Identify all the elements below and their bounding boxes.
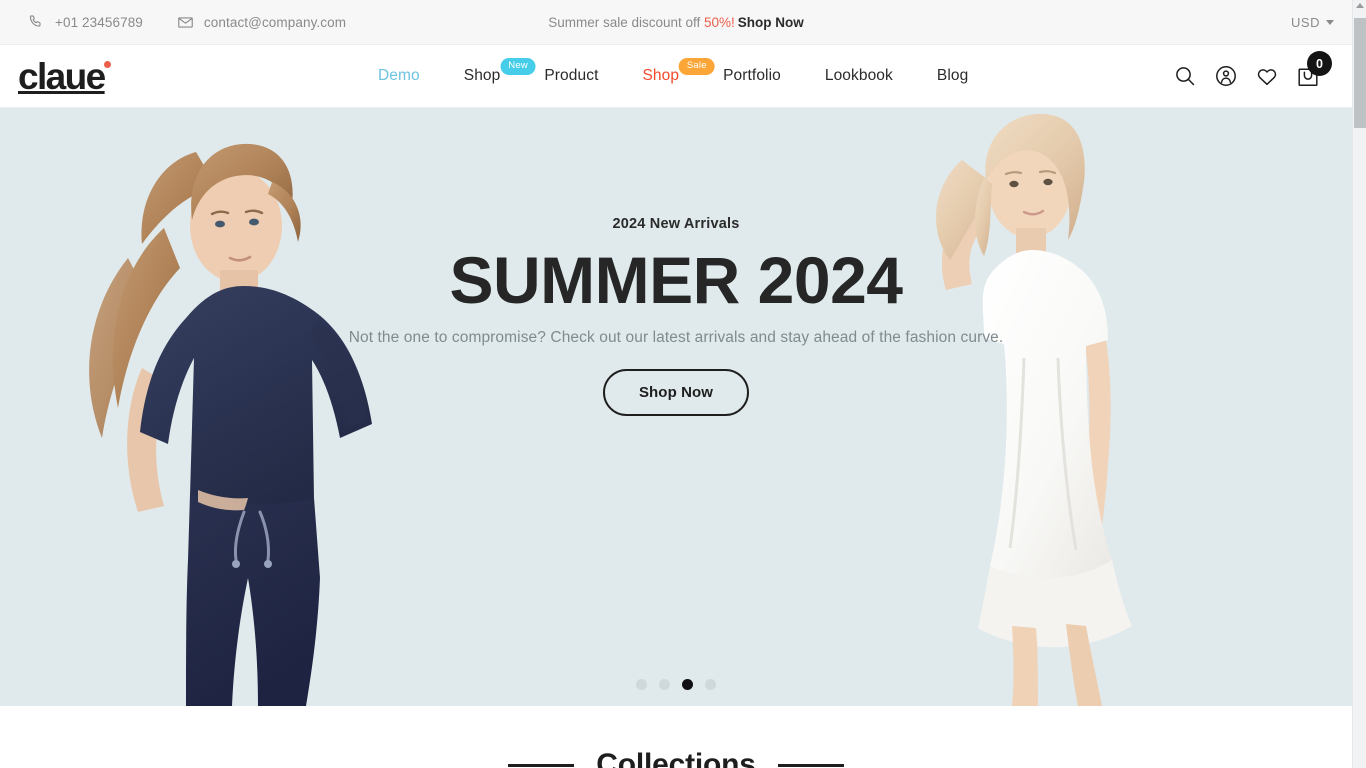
nav-item-demo[interactable]: Demo: [378, 67, 442, 85]
nav-item-blog[interactable]: Blog: [915, 67, 990, 85]
site-logo[interactable]: claue: [18, 55, 111, 97]
account-icon[interactable]: [1214, 64, 1238, 88]
nav-item-product[interactable]: Product: [522, 67, 620, 85]
hero-content: 2024 New Arrivals SUMMER 2024 Not the on…: [0, 216, 1352, 417]
logo-dot-icon: [103, 60, 111, 68]
hero-carousel: 2024 New Arrivals SUMMER 2024 Not the on…: [0, 108, 1352, 706]
collections-section: Collections: [0, 706, 1352, 768]
carousel-dot-4[interactable]: [705, 679, 716, 690]
main-navigation: Demo Shop New Product Shop Sale Portfoli…: [378, 45, 990, 107]
site-header: claue Demo Shop New Product Shop Sale Po…: [0, 45, 1352, 108]
topbar-contact-group: +01 23456789 contact@company.com: [28, 14, 346, 31]
hero-subtitle: Not the one to compromise? Check out our…: [348, 329, 1004, 347]
wishlist-icon[interactable]: [1255, 64, 1279, 88]
phone-icon: [28, 14, 45, 31]
page-scrollbar[interactable]: [1352, 0, 1366, 768]
carousel-dot-1[interactable]: [636, 679, 647, 690]
nav-label-portfolio: Portfolio: [723, 67, 781, 84]
collections-title: Collections: [596, 748, 756, 768]
nav-item-lookbook[interactable]: Lookbook: [803, 67, 915, 85]
heading-rule-left: [508, 763, 575, 767]
header-action-icons: 0: [1173, 51, 1334, 88]
promo-shop-now-link[interactable]: Shop Now: [738, 15, 804, 30]
phone-number: +01 23456789: [55, 14, 143, 30]
chevron-down-icon: [1326, 19, 1334, 25]
nav-item-shop-new[interactable]: Shop New: [442, 58, 536, 85]
promo-prefix: Summer sale discount off: [548, 14, 705, 30]
scrollbar-thumb[interactable]: [1354, 18, 1366, 128]
email-address: contact@company.com: [203, 14, 347, 30]
carousel-pagination: [0, 679, 1352, 690]
nav-item-shop-sale[interactable]: Shop Sale: [620, 58, 715, 85]
nav-label-lookbook: Lookbook: [824, 67, 893, 84]
nav-label-demo: Demo: [378, 67, 420, 84]
hero-eyebrow: 2024 New Arrivals: [612, 216, 740, 232]
top-utility-bar: +01 23456789 contact@company.com Summer …: [0, 0, 1352, 45]
carousel-dot-3[interactable]: [682, 679, 693, 690]
search-icon[interactable]: [1173, 64, 1197, 88]
carousel-dot-2[interactable]: [659, 679, 670, 690]
currency-selector[interactable]: USD: [1291, 15, 1334, 30]
heading-rule-right: [777, 763, 844, 767]
phone-contact[interactable]: +01 23456789: [28, 14, 143, 31]
promo-percent: 50%!: [704, 14, 735, 30]
nav-label-product: Product: [544, 67, 599, 84]
nav-item-portfolio[interactable]: Portfolio: [701, 67, 803, 85]
currency-label: USD: [1291, 14, 1320, 30]
email-contact[interactable]: contact@company.com: [177, 14, 346, 31]
cart-count-badge: 0: [1307, 51, 1332, 76]
hero-shop-now-button[interactable]: Shop Now: [602, 369, 750, 417]
nav-label-blog: Blog: [936, 67, 969, 84]
nav-label-shop-new: Shop: [463, 67, 501, 84]
page-root: +01 23456789 contact@company.com Summer …: [0, 0, 1366, 768]
collections-heading: Collections: [508, 748, 844, 768]
nav-label-shop-sale: Shop: [642, 67, 680, 84]
envelope-icon: [177, 14, 194, 31]
hero-title: SUMMER 2024: [449, 243, 904, 317]
logo-text: claue: [18, 55, 106, 97]
scroll-up-arrow-icon[interactable]: [1356, 3, 1364, 8]
cart-icon[interactable]: 0: [1296, 51, 1332, 88]
